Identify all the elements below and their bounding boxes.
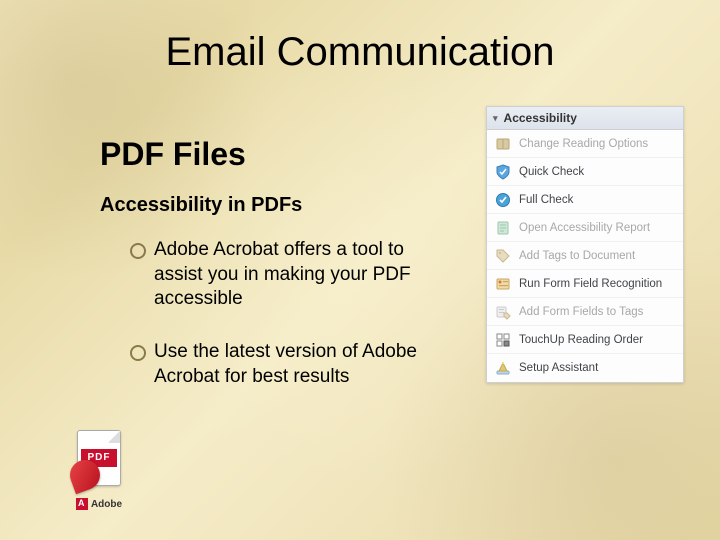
panel-item-label: Quick Check <box>519 166 584 178</box>
panel-item-setup-assistant[interactable]: Setup Assistant <box>487 354 683 382</box>
panel-item-label: Add Tags to Document <box>519 250 635 262</box>
panel-item-label: TouchUp Reading Order <box>519 334 643 346</box>
form-icon <box>495 276 511 292</box>
panel-item-label: Open Accessibility Report <box>519 222 650 234</box>
panel-item-add-tags: Add Tags to Document <box>487 242 683 270</box>
pdf-file-icon: PDF <box>70 430 128 494</box>
panel-item-label: Setup Assistant <box>519 362 598 374</box>
bullet-list: Adobe Acrobat offers a tool to assist yo… <box>130 238 420 417</box>
bullet-item: Adobe Acrobat offers a tool to assist yo… <box>130 238 420 312</box>
report-icon <box>495 220 511 236</box>
form-tag-icon <box>495 304 511 320</box>
adobe-text: Adobe <box>91 499 122 510</box>
adobe-wordmark: Adobe <box>64 498 134 510</box>
adobe-a-icon <box>76 498 88 510</box>
slide-subtitle: Accessibility in PDFs <box>100 194 302 217</box>
panel-item-change-reading-options: Change Reading Options <box>487 130 683 158</box>
grid-icon <box>495 332 511 348</box>
pdf-adobe-logo: PDF Adobe <box>64 430 134 510</box>
panel-item-run-form-recognition[interactable]: Run Form Field Recognition <box>487 270 683 298</box>
wizard-icon <box>495 360 511 376</box>
tag-icon <box>495 248 511 264</box>
panel-item-label: Add Form Fields to Tags <box>519 306 643 318</box>
panel-header[interactable]: ▾ Accessibility <box>487 107 683 130</box>
accessibility-panel: ▾ Accessibility Change Reading Options Q… <box>486 106 684 383</box>
check-circle-icon <box>495 192 511 208</box>
panel-item-touchup-reading-order[interactable]: TouchUp Reading Order <box>487 326 683 354</box>
panel-item-label: Change Reading Options <box>519 138 648 150</box>
panel-item-label: Run Form Field Recognition <box>519 278 662 290</box>
panel-item-quick-check[interactable]: Quick Check <box>487 158 683 186</box>
panel-item-open-report: Open Accessibility Report <box>487 214 683 242</box>
section-title: PDF Files <box>100 136 246 173</box>
slide-title: Email Communication <box>0 30 720 75</box>
panel-title: Accessibility <box>504 111 577 125</box>
check-shield-icon <box>495 164 511 180</box>
book-icon <box>495 136 511 152</box>
chevron-down-icon: ▾ <box>493 113 498 124</box>
panel-item-add-form-fields-tags: Add Form Fields to Tags <box>487 298 683 326</box>
bullet-item: Use the latest version of Adobe Acrobat … <box>130 340 420 389</box>
panel-item-full-check[interactable]: Full Check <box>487 186 683 214</box>
panel-item-label: Full Check <box>519 194 573 206</box>
